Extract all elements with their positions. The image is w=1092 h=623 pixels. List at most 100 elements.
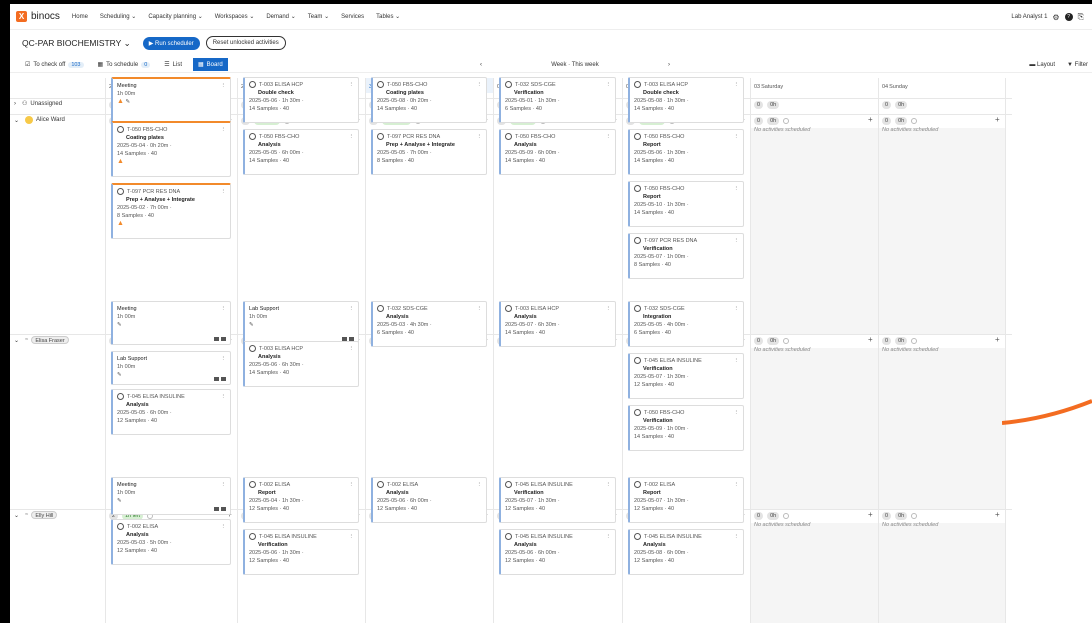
task-card[interactable]: ⋮ T-045 ELISA INSULINE Verification 2025-05…: [499, 477, 616, 523]
status-circle-icon[interactable]: [117, 523, 124, 530]
more-options-icon[interactable]: ⋮: [606, 81, 612, 89]
task-card[interactable]: ⋮ T-032 SDS-CGE Analysis 2025-05-03 · 4h 30…: [371, 301, 487, 347]
project-selector[interactable]: QC-PAR BIOCHEMISTRY ⌄: [22, 38, 131, 49]
nav-scheduling[interactable]: Scheduling ⌄: [100, 13, 136, 20]
more-options-icon[interactable]: ⋮: [349, 305, 355, 313]
more-options-icon[interactable]: ⋮: [221, 188, 227, 196]
nav-demand[interactable]: Demand ⌄: [266, 13, 295, 20]
status-circle-icon[interactable]: [634, 305, 641, 312]
status-circle-icon[interactable]: [634, 81, 641, 88]
more-options-icon[interactable]: ⋮: [606, 305, 612, 313]
more-options-icon[interactable]: ⋮: [606, 481, 612, 489]
task-card[interactable]: ⋮ T-003 ELISA HCP Analysis 2025-05-06 · 6h …: [243, 341, 359, 387]
row-header-unassigned[interactable]: › ⚇ Unassigned: [14, 100, 62, 108]
user-name[interactable]: Lab Analyst 1: [1011, 14, 1047, 20]
chevron-down-icon[interactable]: ⌄: [14, 117, 19, 124]
more-options-icon[interactable]: ⋮: [349, 345, 355, 353]
task-card[interactable]: ⋮ T-032 SDS-CGE Verification 2025-05-01 · 1…: [499, 77, 616, 123]
status-circle-icon[interactable]: [377, 305, 384, 312]
nav-workspaces[interactable]: Workspaces ⌄: [215, 13, 255, 20]
task-card[interactable]: ⋮ T-097 PCR RES DNA Prep + Analyse + Integ…: [371, 129, 487, 175]
activity-card[interactable]: ⋮ Lab Support 1h 00m ✎: [111, 351, 231, 385]
status-circle-icon[interactable]: [505, 81, 512, 88]
more-options-icon[interactable]: ⋮: [734, 481, 740, 489]
more-options-icon[interactable]: ⋮: [734, 185, 740, 193]
add-activity-icon[interactable]: +: [995, 335, 1000, 344]
status-circle-icon[interactable]: [505, 133, 512, 140]
task-card[interactable]: ⋮ T-050 FBS-CHO Report 2025-05-06 · 1h 30m …: [628, 129, 744, 175]
row-header-alice-ward[interactable]: ⌄ Alice Ward: [14, 116, 65, 124]
more-options-icon[interactable]: ⋮: [349, 481, 355, 489]
more-options-icon[interactable]: ⋮: [606, 533, 612, 541]
status-circle-icon[interactable]: [634, 533, 641, 540]
status-circle-icon[interactable]: [505, 481, 512, 488]
more-options-icon[interactable]: ⋮: [221, 126, 227, 134]
task-card[interactable]: ⋮ T-002 ELISA Analysis 2025-05-03 · 5h 00m …: [111, 519, 231, 565]
task-card[interactable]: ⋮ T-050 FBS-CHO Coating plates 2025-05-04 ·…: [111, 121, 231, 177]
lock-toggle-icon[interactable]: [783, 117, 790, 124]
row-header-elisa-fraser[interactable]: ⌄ ≈ Elisa Fraser: [14, 336, 69, 344]
more-options-icon[interactable]: ⋮: [734, 409, 740, 417]
status-circle-icon[interactable]: [249, 345, 256, 352]
more-options-icon[interactable]: ⋮: [734, 237, 740, 245]
status-circle-icon[interactable]: [117, 393, 124, 400]
status-circle-icon[interactable]: [634, 133, 641, 140]
status-circle-icon[interactable]: [377, 481, 384, 488]
status-circle-icon[interactable]: [377, 81, 384, 88]
logout-icon[interactable]: ⎘: [1078, 12, 1084, 22]
more-options-icon[interactable]: ⋮: [734, 305, 740, 313]
task-card[interactable]: ⋮ T-002 ELISA Report 2025-05-07 · 1h 30m · 1…: [628, 477, 744, 523]
more-options-icon[interactable]: ⋮: [221, 82, 227, 90]
status-circle-icon[interactable]: [249, 81, 256, 88]
activity-card[interactable]: ⋮ Lab Support 1h 00m ✎: [243, 301, 359, 345]
more-options-icon[interactable]: ⋮: [606, 133, 612, 141]
task-card[interactable]: ⋮ T-045 ELISA INSULINE Analysis 2025-05-05 …: [111, 389, 231, 435]
lock-toggle-icon[interactable]: [911, 512, 918, 519]
status-circle-icon[interactable]: [505, 305, 512, 312]
board-view-tab[interactable]: ▦ Board: [193, 58, 228, 71]
nav-services[interactable]: Services: [341, 14, 364, 20]
more-options-icon[interactable]: ⋮: [221, 393, 227, 401]
chevron-down-icon[interactable]: ⌄: [14, 512, 19, 519]
more-options-icon[interactable]: ⋮: [221, 305, 227, 313]
task-card[interactable]: ⋮ T-045 ELISA INSULINE Analysis 2025-05-06 …: [499, 529, 616, 575]
more-options-icon[interactable]: ⋮: [221, 481, 227, 489]
to-check-off-tab[interactable]: ☑ To check off 103: [22, 58, 87, 71]
more-options-icon[interactable]: ⋮: [734, 357, 740, 365]
more-options-icon[interactable]: ⋮: [477, 305, 483, 313]
task-card[interactable]: ⋮ T-050 FBS-CHO Analysis 2025-05-05 · 6h 00…: [243, 129, 359, 175]
row-header-elly-hill[interactable]: ⌄ ≈ Elly Hill: [14, 511, 58, 519]
week-display[interactable]: Week · This week: [551, 62, 598, 68]
task-card[interactable]: ⋮ T-002 ELISA Report 2025-05-04 · 1h 30m · 1…: [243, 477, 359, 523]
more-options-icon[interactable]: ⋮: [349, 133, 355, 141]
chevron-down-icon[interactable]: ⌄: [14, 337, 19, 344]
more-options-icon[interactable]: ⋮: [221, 355, 227, 363]
status-circle-icon[interactable]: [634, 237, 641, 244]
more-options-icon[interactable]: ⋮: [349, 533, 355, 541]
nav-capacity-planning[interactable]: Capacity planning ⌄: [148, 13, 202, 20]
filter-button[interactable]: ▼ Filter: [1067, 62, 1088, 68]
status-circle-icon[interactable]: [117, 188, 124, 195]
add-activity-icon[interactable]: +: [868, 115, 873, 124]
add-activity-icon[interactable]: +: [868, 510, 873, 519]
nav-team[interactable]: Team ⌄: [308, 13, 329, 20]
list-view-tab[interactable]: ☰ List: [161, 58, 185, 71]
lock-toggle-icon[interactable]: [783, 512, 790, 519]
nav-tables[interactable]: Tables ⌄: [376, 13, 400, 20]
to-schedule-tab[interactable]: ▦ To schedule 0: [95, 58, 154, 71]
more-options-icon[interactable]: ⋮: [349, 81, 355, 89]
status-circle-icon[interactable]: [505, 533, 512, 540]
more-options-icon[interactable]: ⋮: [221, 523, 227, 531]
status-circle-icon[interactable]: [634, 481, 641, 488]
more-options-icon[interactable]: ⋮: [477, 81, 483, 89]
status-circle-icon[interactable]: [249, 481, 256, 488]
task-card[interactable]: ⋮ T-045 ELISA INSULINE Verification 2025-05…: [243, 529, 359, 575]
more-options-icon[interactable]: ⋮: [734, 533, 740, 541]
lock-toggle-icon[interactable]: [911, 337, 918, 344]
status-circle-icon[interactable]: [634, 185, 641, 192]
more-options-icon[interactable]: ⋮: [734, 81, 740, 89]
nav-home[interactable]: Home: [72, 14, 88, 20]
status-circle-icon[interactable]: [634, 409, 641, 416]
task-card[interactable]: ⋮ T-032 SDS-CGE Integration 2025-05-05 · 4h…: [628, 301, 744, 347]
task-card[interactable]: ⋮ T-050 FBS-CHO Report 2025-05-10 · 1h 30m …: [628, 181, 744, 227]
